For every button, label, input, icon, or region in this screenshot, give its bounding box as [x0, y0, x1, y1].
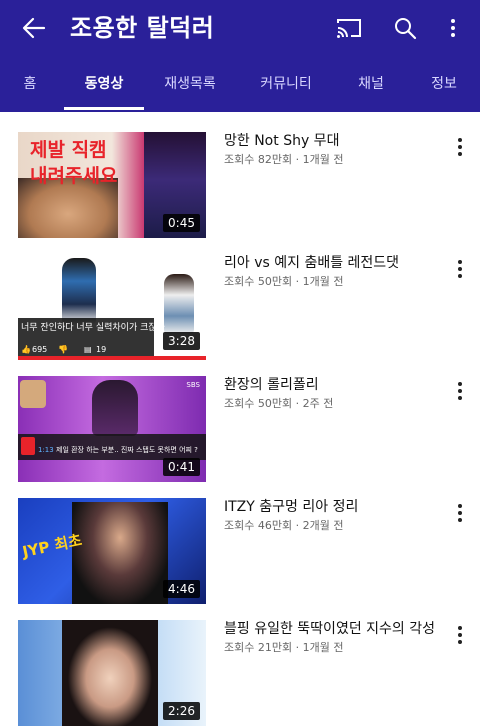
- performer-image: [72, 502, 168, 604]
- duration-badge: 2:26: [163, 702, 200, 720]
- video-item[interactable]: SBS 1:13 제일 환장 하는 부분.. 진짜 스탭도 못하면 어찌 ? 0…: [0, 356, 480, 482]
- video-title[interactable]: 리아 vs 예지 춤배틀 레전드댓: [224, 254, 444, 272]
- reply-count: 19: [96, 345, 107, 354]
- reaction-face-image: [20, 380, 46, 408]
- video-more-icon[interactable]: [452, 256, 468, 282]
- video-thumbnail[interactable]: 너무 잔인하다 너무 실력차이가 크잖아 👍 695 👎 ▤ 19 3:28: [18, 254, 206, 360]
- video-meta: 조회수 46만회 · 2개월 전: [224, 519, 344, 532]
- tab-about[interactable]: 정보: [431, 74, 457, 94]
- dancer-image: [164, 274, 194, 334]
- video-more-icon[interactable]: [452, 500, 468, 526]
- video-list: 제발 직캠 내려주세요 0:45 망한 Not Shy 무대 조회수 82만회 …: [0, 112, 480, 726]
- video-more-icon[interactable]: [452, 622, 468, 648]
- video-title[interactable]: 망한 Not Shy 무대: [224, 132, 444, 150]
- channel-title: 조용한 탈덕러: [70, 14, 215, 42]
- video-more-icon[interactable]: [452, 134, 468, 160]
- duration-badge: 0:41: [163, 458, 200, 476]
- dancer-image: [62, 258, 96, 324]
- tab-channels[interactable]: 채널: [358, 74, 384, 94]
- tab-videos[interactable]: 동영상: [85, 74, 124, 94]
- duration-badge: 4:46: [163, 580, 200, 598]
- video-item[interactable]: JYP 최초 4:46 ITZY 춤구멍 리아 정리 조회수 46만회 · 2개…: [0, 478, 480, 604]
- video-thumbnail[interactable]: SBS 1:13 제일 환장 하는 부분.. 진짜 스탭도 못하면 어찌 ? 0…: [18, 376, 206, 482]
- comment-text: 제일 환장 하는 부분.. 진짜 스탭도 못하면 어찌 ?: [56, 446, 198, 454]
- app-bar: 조용한 탈덕러 홈 동영상 재생목록 커뮤니티 채널 정보: [0, 0, 480, 112]
- video-meta: 조회수 50만회 · 2주 전: [224, 397, 334, 410]
- video-thumbnail[interactable]: 2:26: [18, 620, 206, 726]
- search-icon[interactable]: [392, 15, 418, 41]
- video-thumbnail[interactable]: JYP 최초 4:46: [18, 498, 206, 604]
- performer-image: [62, 620, 158, 726]
- comment-text: 너무 잔인하다 너무 실력차이가 크잖아: [21, 323, 165, 333]
- video-more-icon[interactable]: [452, 378, 468, 404]
- video-item[interactable]: 제발 직캠 내려주세요 0:45 망한 Not Shy 무대 조회수 82만회 …: [0, 112, 480, 238]
- tab-community[interactable]: 커뮤니티: [260, 74, 312, 94]
- more-vertical-icon[interactable]: [446, 14, 460, 42]
- duration-badge: 3:28: [163, 332, 200, 350]
- video-meta: 조회수 82만회 · 1개월 전: [224, 153, 344, 166]
- video-meta: 조회수 50만회 · 1개월 전: [224, 275, 344, 288]
- commenter-avatar: [21, 437, 35, 455]
- like-count: 695: [32, 345, 48, 354]
- active-tab-indicator: [64, 107, 144, 110]
- performer-image: [92, 380, 138, 436]
- video-item[interactable]: 너무 잔인하다 너무 실력차이가 크잖아 👍 695 👎 ▤ 19 3:28 리…: [0, 234, 480, 360]
- like-icon: 👍: [21, 345, 31, 354]
- video-title[interactable]: 블핑 유일한 뚝딱이였던 지수의 각성: [224, 620, 444, 638]
- thumbnail-caption: 제발 직캠: [30, 139, 107, 161]
- top-bar: 조용한 탈덕러: [0, 0, 480, 58]
- broadcaster-logo: SBS: [186, 381, 200, 389]
- channel-tabs: 홈 동영상 재생목록 커뮤니티 채널 정보: [0, 58, 480, 112]
- video-thumbnail[interactable]: 제발 직캠 내려주세요 0:45: [18, 132, 206, 238]
- video-title[interactable]: 환장의 롤리폴리: [224, 376, 444, 394]
- cast-icon[interactable]: [336, 16, 362, 40]
- tab-playlists[interactable]: 재생목록: [164, 74, 216, 94]
- back-arrow-icon[interactable]: [20, 14, 48, 42]
- comment-timestamp: 1:13: [38, 446, 54, 454]
- thumbnail-caption: 내려주세요: [30, 165, 118, 187]
- reply-icon: ▤: [84, 345, 92, 354]
- dislike-icon: 👎: [58, 345, 68, 354]
- video-item[interactable]: 2:26 블핑 유일한 뚝딱이였던 지수의 각성 조회수 21만회 · 1개월 …: [0, 600, 480, 726]
- tab-home[interactable]: 홈: [24, 74, 37, 94]
- video-meta: 조회수 21만회 · 1개월 전: [224, 641, 344, 654]
- duration-badge: 0:45: [163, 214, 200, 232]
- video-title[interactable]: ITZY 춤구멍 리아 정리: [224, 498, 444, 516]
